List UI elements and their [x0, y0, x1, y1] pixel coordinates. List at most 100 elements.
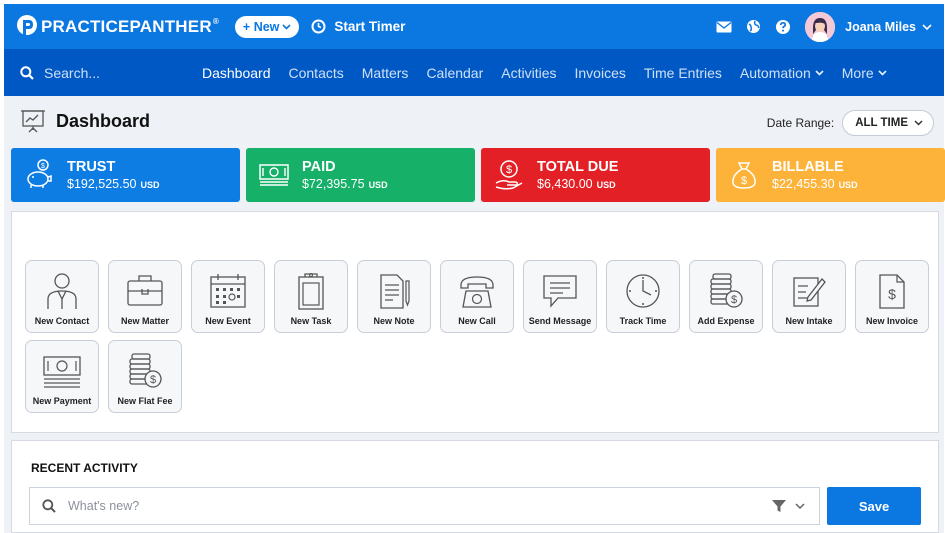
new-button[interactable]: + New: [234, 15, 300, 38]
quick-action-label: New Matter: [120, 316, 169, 326]
quick-action-label: New Payment: [32, 396, 92, 406]
nav-item-label: Invoices: [574, 64, 626, 81]
calendar-icon: [210, 274, 246, 308]
send-message-button[interactable]: Send Message: [523, 260, 597, 333]
new-flat-fee-button[interactable]: $ New Flat Fee: [108, 340, 182, 413]
page-title: Dashboard: [56, 110, 151, 131]
trust-card[interactable]: $ TRUST $192,525.50 USD: [11, 148, 240, 202]
flat-fee-icon: $: [129, 353, 162, 388]
main-nav: Search... Dashboard Contacts Matters Cal…: [4, 49, 944, 96]
activity-input[interactable]: What's new?: [29, 487, 820, 525]
nav-item-more[interactable]: More: [842, 65, 887, 81]
app-logo[interactable]: PRACTICEPANTHER®: [16, 14, 219, 40]
card-amount: $6,430.00: [537, 177, 593, 191]
card-currency: USD: [838, 180, 858, 190]
recent-activity-title: RECENT ACTIVITY: [31, 461, 138, 475]
quick-action-label: New Contact: [34, 316, 90, 326]
clipboard-icon: [298, 273, 324, 310]
top-bar: PRACTICEPANTHER® + New Start Timer Joana…: [4, 4, 944, 49]
nav-item-calendar[interactable]: Calendar: [426, 65, 483, 81]
intake-icon: [793, 277, 826, 307]
coins-icon: $: [710, 273, 743, 308]
date-range-select[interactable]: ALL TIME: [842, 110, 934, 136]
quick-action-label: New Call: [458, 316, 496, 326]
new-call-button[interactable]: New Call: [440, 260, 514, 333]
new-event-button[interactable]: New Event: [191, 260, 265, 333]
chevron-down-icon: [815, 69, 824, 76]
nav-item-dashboard[interactable]: Dashboard: [202, 65, 271, 81]
billable-card[interactable]: $ BILLABLE $22,455.30 USD: [716, 148, 945, 202]
note-icon: [380, 274, 410, 309]
nav-item-label: More: [841, 64, 874, 81]
user-menu[interactable]: Joana Miles: [845, 20, 932, 34]
help-icon[interactable]: [775, 19, 791, 35]
phone-icon: [460, 276, 494, 308]
quick-action-label: Send Message: [528, 316, 592, 326]
card-amount: $22,455.30: [772, 177, 835, 191]
new-intake-button[interactable]: New Intake: [772, 260, 846, 333]
svg-text:$: $: [506, 164, 512, 176]
new-payment-button[interactable]: New Payment: [25, 340, 99, 413]
activity-filter[interactable]: [771, 498, 805, 514]
new-invoice-button[interactable]: $ New Invoice: [855, 260, 929, 333]
nav-item-activities[interactable]: Activities: [501, 65, 556, 81]
start-timer-button[interactable]: Start Timer: [311, 19, 405, 34]
quick-action-label: Track Time: [619, 316, 667, 326]
card-title: TRUST: [67, 159, 116, 175]
track-time-button[interactable]: Track Time: [606, 260, 680, 333]
add-expense-button[interactable]: $ Add Expense: [689, 260, 763, 333]
chevron-down-icon: [795, 503, 805, 509]
new-contact-button[interactable]: New Contact: [25, 260, 99, 333]
date-range-value: ALL TIME: [855, 117, 908, 129]
quick-action-label: New Task: [290, 316, 332, 326]
total-due-card[interactable]: $ TOTAL DUE $6,430.00 USD: [481, 148, 710, 202]
logo-text: PRACTICEPANTHER®: [41, 16, 219, 36]
new-note-button[interactable]: New Note: [357, 260, 431, 333]
nav-item-label: Dashboard: [202, 64, 271, 81]
nav-item-label: Calendar: [426, 64, 484, 81]
paid-card[interactable]: PAID $72,395.75 USD: [246, 148, 475, 202]
save-button[interactable]: Save: [827, 487, 921, 525]
search-placeholder: Search...: [44, 64, 101, 81]
svg-text:$: $: [150, 374, 156, 386]
card-title: TOTAL DUE: [537, 159, 619, 175]
avatar[interactable]: [805, 11, 836, 42]
chevron-down-icon: [878, 69, 887, 76]
globe-icon[interactable]: [746, 19, 761, 34]
nav-item-contacts[interactable]: Contacts: [289, 65, 344, 81]
global-search[interactable]: Search...: [20, 65, 190, 81]
quick-action-label: New Intake: [785, 316, 833, 326]
nav-item-automation[interactable]: Automation: [740, 65, 824, 81]
nav-item-matters[interactable]: Matters: [362, 65, 409, 81]
svg-text:$: $: [741, 175, 747, 187]
quick-action-label: New Invoice: [865, 316, 919, 326]
new-task-button[interactable]: New Task: [274, 260, 348, 333]
new-button-label: + New: [242, 19, 280, 34]
user-name: Joana Miles: [845, 19, 916, 34]
nav-item-label: Contacts: [288, 64, 344, 81]
search-icon: [20, 65, 34, 80]
dashboard-icon: [21, 110, 45, 133]
card-currency: USD: [596, 180, 616, 190]
briefcase-icon: [127, 275, 163, 306]
quick-action-label: New Event: [205, 316, 251, 326]
mail-icon[interactable]: [716, 21, 732, 33]
svg-text:$: $: [731, 294, 737, 306]
invoice-icon: $: [879, 274, 905, 309]
quick-action-label: New Flat Fee: [117, 396, 173, 406]
quick-action-label: New Note: [373, 316, 415, 326]
hand-dollar-icon: $: [495, 160, 523, 190]
card-title: PAID: [302, 159, 336, 175]
clock-icon: [626, 274, 660, 308]
filter-icon: [772, 500, 786, 512]
activity-placeholder: What's new?: [68, 499, 140, 513]
card-title: BILLABLE: [772, 159, 844, 175]
card-amount: $72,395.75: [302, 177, 365, 191]
new-matter-button[interactable]: New Matter: [108, 260, 182, 333]
nav-item-time-entries[interactable]: Time Entries: [644, 65, 722, 81]
chevron-down-icon: [282, 23, 291, 30]
card-currency: USD: [368, 180, 388, 190]
quick-action-label: Add Expense: [697, 316, 755, 326]
svg-text:$: $: [41, 163, 45, 170]
nav-item-invoices[interactable]: Invoices: [575, 65, 626, 81]
